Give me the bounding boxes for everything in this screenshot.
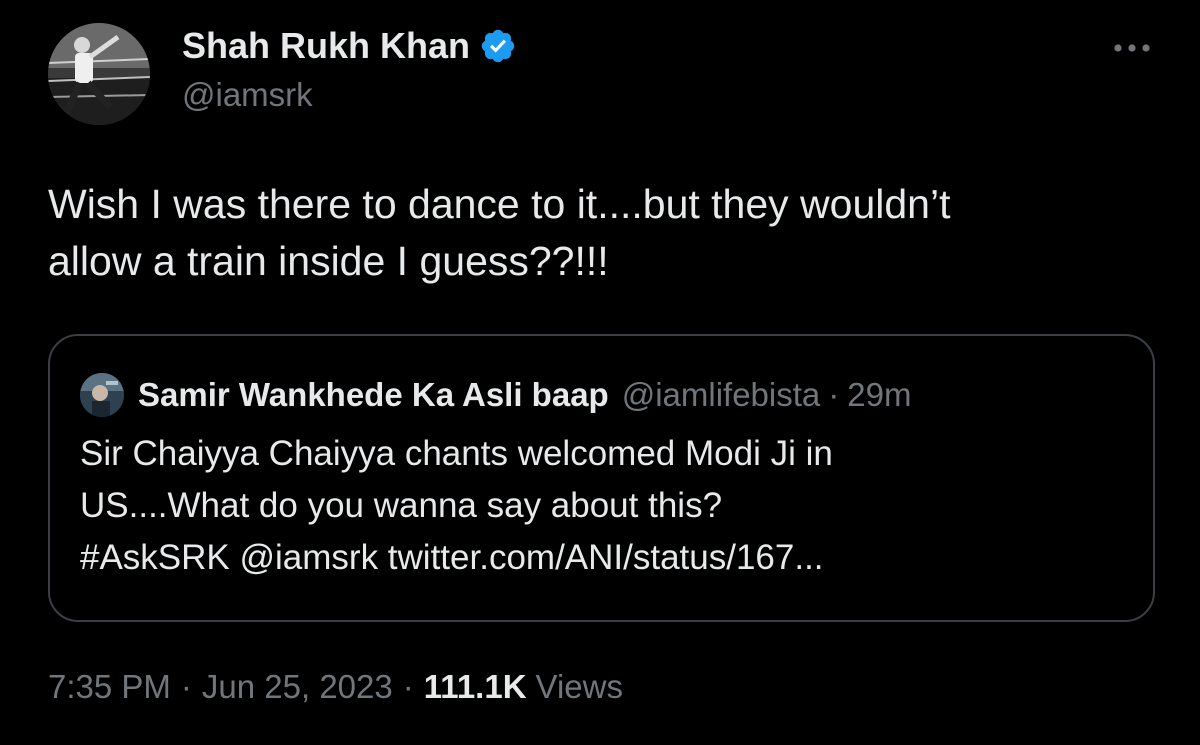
meta-separator: ·	[180, 668, 192, 705]
author-info: Shah Rukh Khan @iamsrk	[182, 24, 517, 114]
tweet-date[interactable]: Jun 25, 2023	[202, 668, 393, 706]
quoted-author-avatar-image	[80, 373, 124, 417]
author-display-name[interactable]: Shah Rukh Khan	[182, 25, 470, 67]
more-options-button[interactable]	[1108, 36, 1156, 60]
verified-badge-icon[interactable]	[479, 27, 517, 65]
more-horizontal-icon	[1114, 44, 1150, 52]
views-label: Views	[535, 668, 623, 705]
quoted-author-display-name[interactable]: Samir Wankhede Ka Asli baap	[138, 376, 609, 414]
quoted-author-handle[interactable]: @iamlifebista	[622, 376, 821, 414]
views-count[interactable]: 111.1K	[424, 668, 527, 706]
quoted-text-line: US....What do you wanna say about this?	[80, 486, 723, 525]
tweet-time[interactable]: 7:35 PM	[48, 668, 171, 706]
author-avatar-image	[48, 23, 150, 125]
quoted-tweet-text: Sir Chaiyya Chaiyya chants welcomed Modi…	[80, 428, 833, 584]
tweet-meta: 7:35 PM · Jun 25, 2023 · 111.1K Views	[48, 668, 623, 706]
author-name-row: Shah Rukh Khan	[182, 24, 517, 68]
quoted-text-line: #AskSRK @iamsrk twitter.com/ANI/status/1…	[80, 538, 824, 577]
quoted-text-line: Sir Chaiyya Chaiyya chants welcomed Modi…	[80, 434, 833, 473]
meta-separator: ·	[402, 668, 414, 705]
author-handle[interactable]: @iamsrk	[182, 76, 517, 114]
tweet-text: Wish I was there to dance to it....but t…	[48, 176, 1128, 290]
quoted-tweet-time[interactable]: 29m	[847, 376, 911, 414]
quoted-header-separator: ·	[828, 376, 840, 413]
author-avatar[interactable]	[48, 23, 150, 125]
quoted-tweet-card[interactable]: Samir Wankhede Ka Asli baap @iamlifebist…	[48, 334, 1155, 622]
tweet-text-line: Wish I was there to dance to it....but t…	[48, 181, 951, 227]
tweet: Shah Rukh Khan @iamsrk Wish I was there …	[0, 0, 1200, 745]
quoted-tweet-header: Samir Wankhede Ka Asli baap @iamlifebist…	[80, 373, 911, 417]
tweet-text-line: allow a train inside I guess??!!!	[48, 238, 609, 284]
quoted-author-avatar	[80, 373, 124, 417]
